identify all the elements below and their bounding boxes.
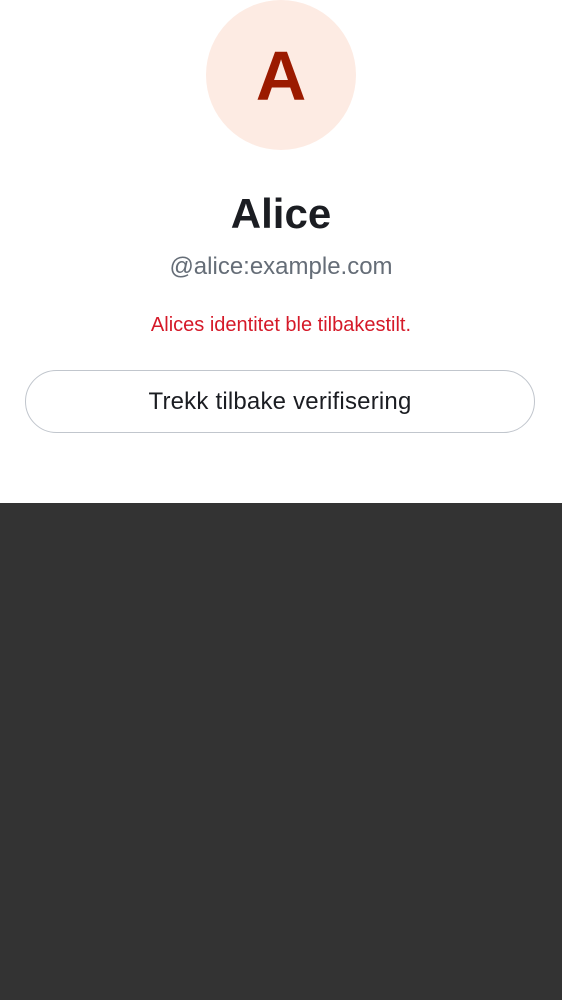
- user-id: @alice:example.com: [169, 253, 393, 280]
- withdraw-verification-label: Trekk tilbake verifisering: [148, 387, 412, 415]
- display-name: Alice: [230, 190, 332, 237]
- withdraw-verification-button[interactable]: Trekk tilbake verifisering: [25, 370, 535, 433]
- avatar-initial: A: [255, 37, 307, 115]
- identity-reset-warning: Alices identitet ble tilbakestilt.: [150, 314, 412, 336]
- avatar[interactable]: A: [206, 0, 356, 150]
- user-profile-sheet: A Alice @alice:example.com Alices identi…: [0, 0, 562, 503]
- background-scrim[interactable]: [0, 503, 562, 1000]
